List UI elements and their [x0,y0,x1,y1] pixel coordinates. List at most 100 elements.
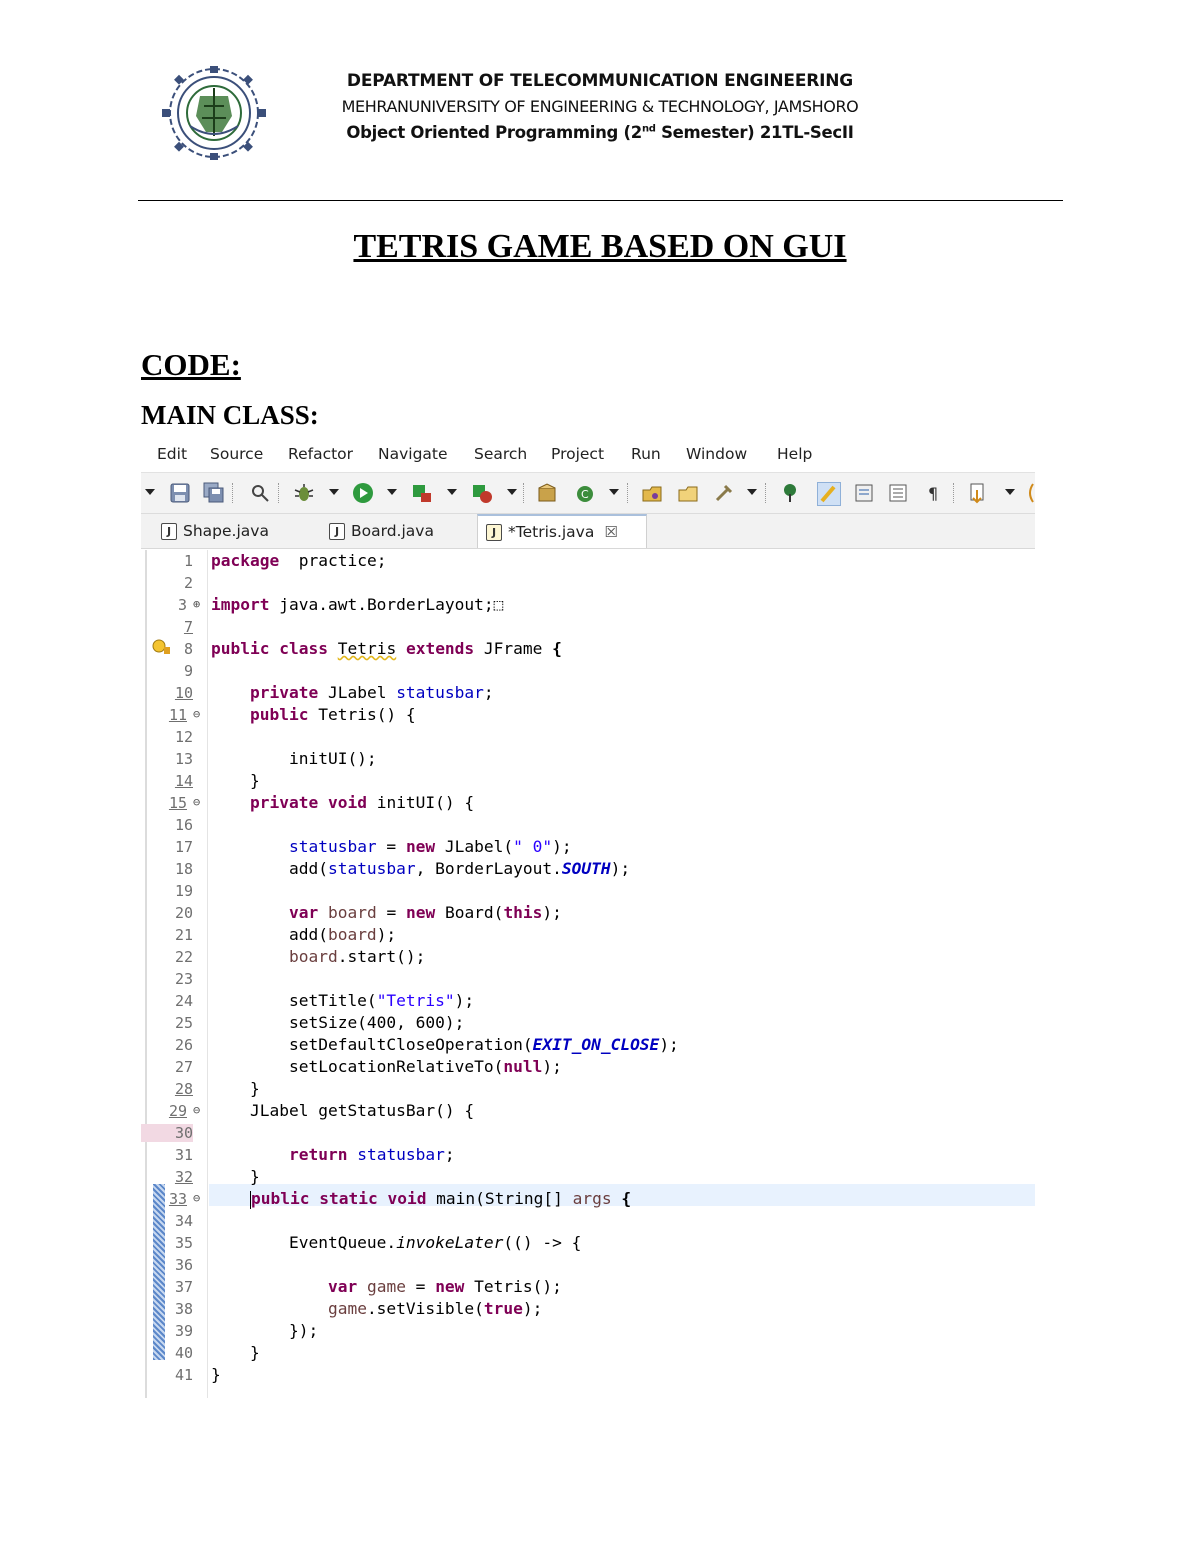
code-token: this [503,903,543,922]
debug-icon[interactable] [293,482,315,504]
code-token: { [552,639,562,658]
collapse-icon[interactable]: ⊖ [193,1191,200,1205]
tab-board-java[interactable]: J Board.java [325,514,479,548]
code-token: statusbar [327,859,416,878]
code-editor[interactable]: 1 2 3 ⊕ 7 8 9 10 11 ⊖ 12 13 14 15 ⊖ 16 1… [141,550,1035,1398]
document-title: TETRIS GAME BASED ON GUI [353,228,847,265]
code-token: " 0" [513,837,553,856]
code-token: initUI() { [366,793,475,812]
collapse-icon[interactable]: ⊖ [193,795,200,809]
code-line: }); [211,1320,318,1342]
tab-label: Board.java [351,522,434,540]
ordinal-suffix: nd [641,123,656,135]
block-selection-icon[interactable] [853,482,875,504]
code-token: initUI(); [211,749,377,768]
show-whitespace-icon[interactable] [887,482,909,504]
code-token: JLabel [318,683,397,702]
tab-tetris-java[interactable]: J *Tetris.java ☒ [477,514,647,548]
java-file-icon: J [329,522,345,540]
close-icon[interactable]: ☒ [604,523,617,541]
new-class-icon[interactable]: C [575,482,597,504]
code-token: void [327,793,367,812]
code-line: setTitle("Tetris"); [211,990,474,1012]
dropdown-arrow-icon[interactable] [507,489,517,495]
code-token: new [405,837,436,856]
code-token: main(String[] [426,1189,573,1208]
menu-source[interactable]: Source [210,445,263,463]
code-token: setSize(400, 600); [211,1013,465,1032]
code-token: board [327,903,377,922]
code-token: Tetris(); [464,1277,562,1296]
save-icon[interactable] [169,482,191,504]
java-file-icon: J [161,522,177,540]
code-token: public [250,1189,310,1208]
dropdown-arrow-icon[interactable] [609,489,619,495]
svg-text:C: C [581,488,589,501]
code-line: public static void main(String[] args { [211,1188,631,1210]
code-token: } [211,1365,221,1384]
dropdown-arrow-icon[interactable] [447,489,457,495]
code-line: game.setVisible(true); [211,1298,542,1320]
external-tools-icon[interactable] [471,482,493,504]
next-annotation-icon[interactable] [967,482,989,504]
search-icon[interactable] [249,482,271,504]
university-logo [162,66,266,160]
save-all-icon[interactable] [203,482,225,504]
line-number: 15 [168,794,187,812]
collapse-icon[interactable]: ⊖ [193,1103,200,1117]
toolbar-separator [765,483,766,503]
open-type-icon[interactable] [641,482,663,504]
line-number: 10 [174,684,193,702]
code-token: practice; [279,551,387,570]
menu-run[interactable]: Run [631,445,661,463]
dropdown-arrow-icon[interactable] [329,489,339,495]
menu-project[interactable]: Project [551,445,604,463]
code-token: Tetris [337,639,397,658]
eclipse-ide-screenshot: Edit Source Refactor Navigate Search Pro… [141,440,1035,1398]
line-number: 27 [174,1058,193,1076]
course-line: Object Oriented Programming (2nd Semeste… [300,123,900,142]
toolbar-separator [953,483,954,503]
paragraph-icon[interactable]: ¶ [923,482,945,504]
collapse-icon[interactable]: ⊖ [193,707,200,721]
line-number: 24 [174,992,193,1010]
tab-shape-java[interactable]: J Shape.java [157,514,321,548]
code-token: Board( [435,903,504,922]
menu-search[interactable]: Search [474,445,527,463]
menu-edit[interactable]: Edit [157,445,187,463]
code-line: add(statusbar, BorderLayout.SOUTH); [211,858,630,880]
annotation-icon[interactable] [781,482,803,504]
svg-text:¶: ¶ [928,484,938,503]
new-package-icon[interactable] [536,482,558,504]
dropdown-arrow-icon[interactable] [1005,489,1015,495]
previous-annotation-icon[interactable] [1025,482,1035,504]
code-line: initUI(); [211,748,377,770]
run-icon[interactable] [352,482,374,504]
code-token: ); [542,1057,562,1076]
code-token: statusbar [396,683,484,702]
line-number: 23 [174,970,193,988]
dropdown-arrow-icon[interactable] [387,489,397,495]
open-folder-icon[interactable] [677,482,699,504]
code-token: true [483,1299,523,1318]
menu-navigate[interactable]: Navigate [378,445,448,463]
coverage-icon[interactable] [411,482,433,504]
code-token: EventQueue. [211,1233,397,1252]
toolbar-separator [278,483,279,503]
menu-help[interactable]: Help [777,445,812,463]
gutter-divider [207,550,208,1398]
code-token: ); [522,1299,543,1318]
dropdown-arrow-icon[interactable] [145,489,155,495]
search-tool-icon[interactable] [713,482,735,504]
dropdown-arrow-icon[interactable] [747,489,757,495]
menu-window[interactable]: Window [686,445,747,463]
code-token: board [327,925,377,944]
code-token: invokeLater [396,1233,504,1252]
code-token: } [211,771,260,790]
mark-occurrences-icon[interactable] [817,482,841,506]
expand-icon[interactable]: ⊕ [193,597,200,611]
menu-refactor[interactable]: Refactor [288,445,353,463]
